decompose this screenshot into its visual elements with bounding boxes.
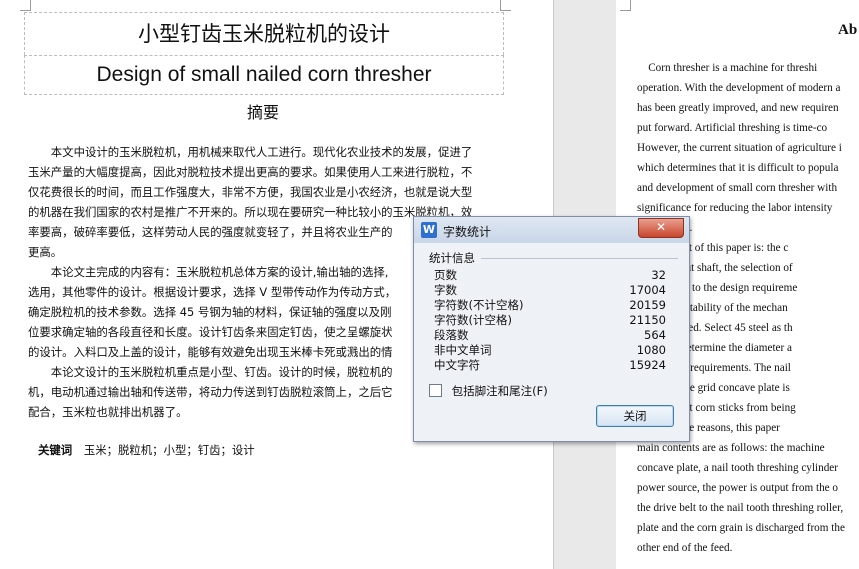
stat-value: 564 (644, 328, 666, 342)
stat-row: 字符数(计空格) 21150 (434, 313, 666, 328)
stat-label: 字符数(计空格) (434, 313, 512, 327)
text-line: which determines that it is difficult to… (637, 162, 839, 174)
crop-mark (500, 0, 511, 11)
stat-value: 32 (651, 268, 666, 282)
crop-mark (20, 0, 31, 11)
stat-row: 字数 17004 (434, 283, 666, 298)
stat-row: 非中文单词 1080 (434, 343, 666, 358)
include-footnotes-label: 包括脚注和尾注(F) (451, 384, 548, 398)
text-line: However, the current situation of agricu… (637, 142, 842, 154)
include-footnotes-option[interactable]: 包括脚注和尾注(F) (429, 383, 548, 399)
close-icon[interactable]: ✕ (638, 218, 684, 238)
text-line: the drive belt to the nail tooth threshi… (637, 502, 844, 514)
stat-row: 中文字符 15924 (434, 358, 666, 373)
stat-label: 中文字符 (434, 358, 480, 372)
dialog-title: 字数统计 (443, 225, 492, 239)
wps-writer-icon: W (421, 222, 437, 238)
stat-value: 21150 (629, 313, 666, 327)
text-line: 本文中设计的玉米脱粒机，用机械来取代人工进行。现代化农业技术的发展，促进了 (28, 145, 473, 159)
text-line: concave plate, a nail tooth threshing cy… (637, 462, 838, 474)
keywords-line[interactable]: 关键词 玉米；脱粒机；小型；钉齿；设计 (38, 442, 255, 458)
thesis-title-english[interactable]: Design of small nailed corn thresher (24, 55, 504, 95)
stat-value: 1080 (636, 343, 666, 357)
abstract-heading[interactable]: 摘要 (24, 99, 502, 123)
include-footnotes-checkbox[interactable] (429, 384, 442, 397)
text-line: and development of small corn thresher w… (637, 182, 838, 194)
stat-row: 页数 32 (434, 268, 666, 283)
text-line: 仅花费很长的时间，而且工作强度大，非常不方便，我国农业是小农经济，也就是说大型 (28, 185, 473, 199)
stat-label: 非中文单词 (434, 343, 492, 357)
stat-row: 段落数 564 (434, 328, 666, 343)
stats-list: 页数 32 字数 17004 字符数(不计空格) 20159 字符数(计空格) … (434, 268, 666, 373)
thesis-title-chinese[interactable]: 小型钉齿玉米脱粒机的设计 (24, 12, 504, 55)
text-line: Corn thresher is a machine for threshi (637, 62, 818, 74)
stat-label: 字符数(不计空格) (434, 298, 524, 312)
text-line: operation. With the development of moder… (637, 82, 841, 94)
text-line: other end of the feed. (637, 542, 733, 554)
stat-value: 15924 (629, 358, 666, 372)
stat-value: 17004 (629, 283, 666, 297)
close-button[interactable]: 关闭 (596, 405, 674, 427)
group-divider (481, 258, 678, 259)
dialog-titlebar[interactable]: W 字数统计 ✕ (414, 217, 689, 243)
stat-label: 段落数 (434, 328, 469, 342)
stats-group-label: 统计信息 (429, 251, 475, 265)
text-line: 玉米产量的大幅度提高，因此对脱粒技术提出更高的要求。如果使用人工来进行脱粒，不 (28, 165, 473, 179)
stat-label: 字数 (434, 283, 457, 297)
document-workspace: 小型钉齿玉米脱粒机的设计 Design of small nailed corn… (0, 0, 859, 569)
text-line: put forward. Artificial threshing is tim… (637, 122, 828, 134)
keywords-text: 玉米；脱粒机；小型；钉齿；设计 (83, 443, 255, 457)
stat-value: 20159 (629, 298, 666, 312)
crop-mark (620, 0, 631, 11)
stat-row: 字符数(不计空格) 20159 (434, 298, 666, 313)
word-count-dialog: W 字数统计 ✕ 统计信息 页数 32 字数 17004 字符数(不计空格) 2… (413, 216, 690, 442)
text-line: significance for reducing the labor inte… (637, 202, 833, 214)
keywords-label: 关键词 (38, 443, 73, 457)
text-line: power source, the power is output from t… (637, 482, 839, 494)
stat-label: 页数 (434, 268, 457, 282)
abstract-title-english[interactable]: Ab (838, 22, 857, 39)
text-line: has been greatly improved, and new requi… (637, 102, 839, 114)
text-line: plate and the corn grain is discharged f… (637, 522, 845, 534)
